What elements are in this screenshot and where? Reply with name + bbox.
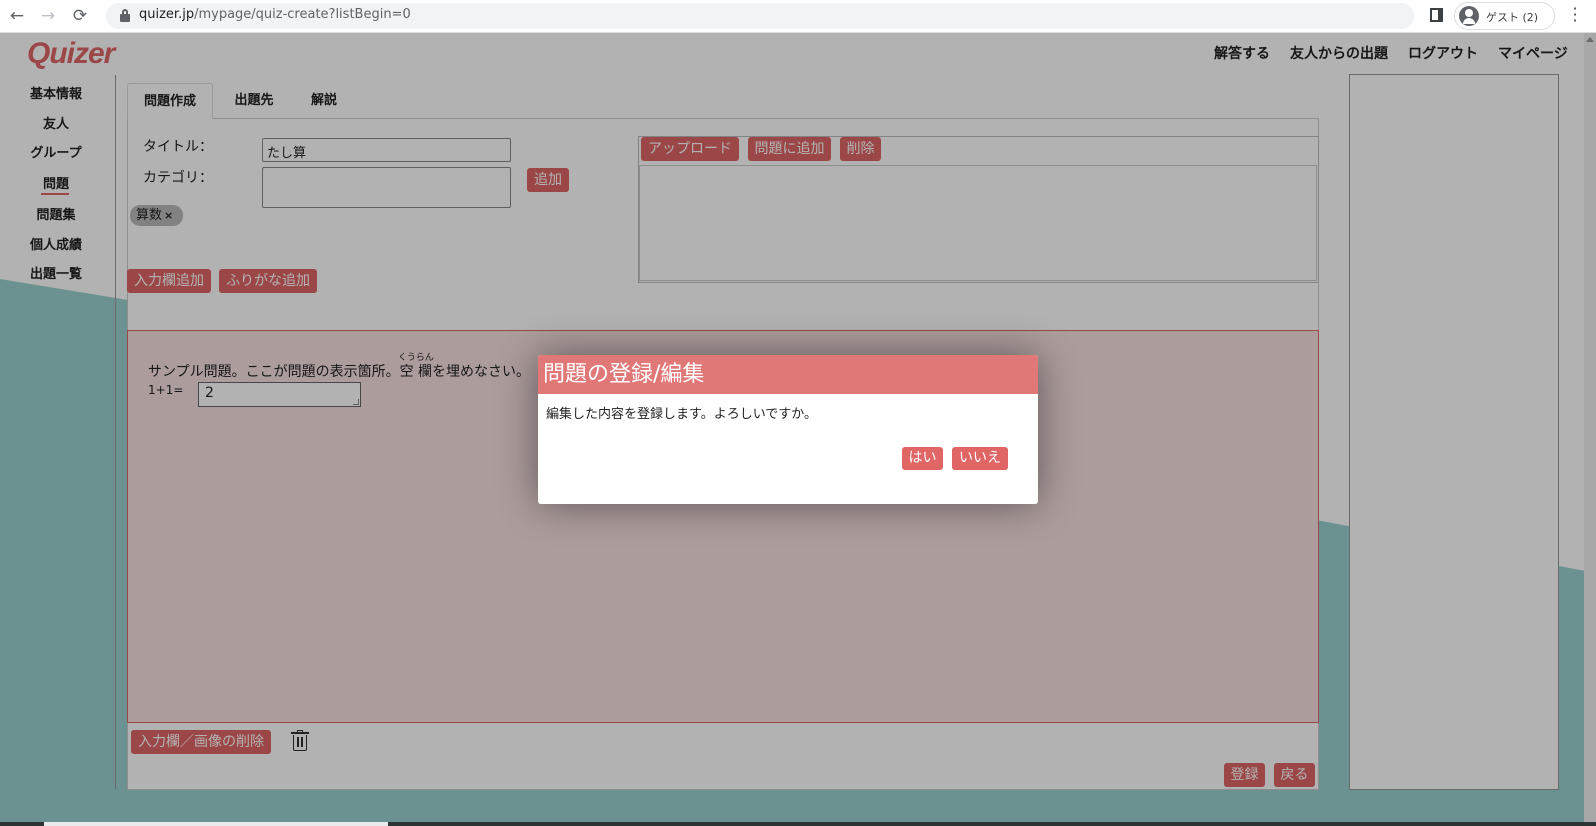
sidebar-toggle-icon[interactable] — [1430, 8, 1443, 22]
confirm-dialog: 問題の登録/編集 編集した内容を登録します。よろしいですか。 はい いいえ — [538, 355, 1038, 504]
dialog-no-button[interactable]: いいえ — [952, 447, 1008, 470]
url-host: quizer.jp — [139, 7, 195, 22]
dialog-yes-button[interactable]: はい — [902, 447, 943, 470]
url-text: quizer.jp/mypage/quiz-create?listBegin=0 — [139, 7, 411, 22]
forward-arrow-icon[interactable]: → — [36, 5, 60, 27]
profile-button[interactable]: ゲスト (2) — [1454, 2, 1555, 30]
url-path: /mypage/quiz-create?listBegin=0 — [194, 7, 411, 22]
taskbar-strip — [0, 822, 1596, 826]
menu-dots-icon[interactable]: · · · — [1572, 1, 1578, 29]
address-bar[interactable]: quizer.jp/mypage/quiz-create?listBegin=0 — [106, 3, 1414, 29]
lock-icon — [120, 9, 130, 22]
reload-icon[interactable]: ⟳ — [68, 5, 92, 27]
dialog-message: 編集した内容を登録します。よろしいですか。 — [546, 407, 818, 422]
back-arrow-icon[interactable]: ← — [5, 5, 29, 27]
profile-name: ゲスト (2) — [1486, 11, 1539, 24]
dialog-title: 問題の登録/編集 — [538, 355, 1038, 394]
avatar-icon — [1459, 6, 1479, 26]
browser-toolbar: ← → ⟳ quizer.jp/mypage/quiz-create?listB… — [0, 0, 1596, 33]
